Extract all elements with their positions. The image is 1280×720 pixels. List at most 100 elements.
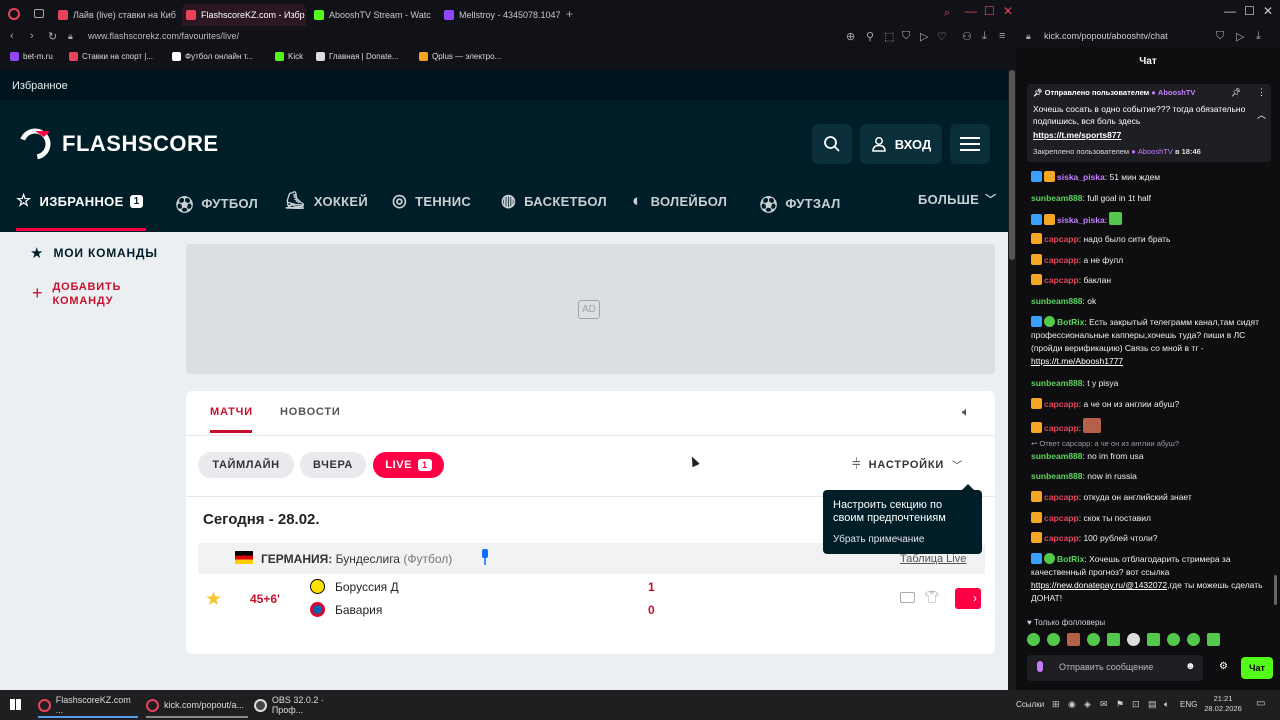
emote-icon[interactable] — [1187, 633, 1200, 646]
snapshot-icon[interactable]: ⬚ — [884, 30, 894, 43]
emote-icon[interactable] — [1127, 633, 1140, 646]
tray-icon[interactable]: ✉ — [1100, 699, 1108, 710]
chat-message[interactable]: BotRix: Есть закрытый телеграмм канал,та… — [1031, 316, 1269, 368]
emoji-icon[interactable]: ☻ — [1185, 661, 1196, 672]
nav-basketball[interactable]: ◍ БАСКЕТБОЛ — [501, 191, 607, 211]
chat-message[interactable]: сарсарр: надо было сити брать — [1031, 233, 1269, 246]
notification-icon[interactable]: ▭ — [1256, 698, 1265, 709]
chat-link[interactable]: https://t.me/Aboosh1777 — [1031, 356, 1123, 366]
tray-icon[interactable]: ◉ — [1068, 699, 1076, 710]
chat-message[interactable]: siska_piska: 51 мин ждем — [1031, 171, 1269, 184]
popout-maximize-button[interactable]: ☐ — [1244, 4, 1255, 18]
zoom-icon[interactable]: ⊕ — [846, 30, 855, 43]
mute-icon[interactable]: 🔈︎ — [962, 404, 970, 420]
chat-message[interactable]: sunbeam888: no im from usa — [1031, 450, 1269, 463]
tab-overview-icon[interactable] — [34, 9, 44, 18]
chat-message[interactable]: сарсарр: откуда он английский знает — [1031, 491, 1269, 504]
unpin-icon[interactable]: 📌︎ — [1231, 88, 1241, 97]
tab-flashscore[interactable]: FlashscoreKZ.com - Избр — [182, 4, 306, 26]
tv-icon[interactable] — [900, 592, 915, 603]
maximize-button[interactable]: ☐ — [984, 4, 995, 18]
bookmark-item[interactable]: Kick — [275, 52, 303, 61]
emote-icon[interactable] — [1107, 633, 1120, 646]
nav-football[interactable]: ⚽︎ ФУТБОЛ — [176, 191, 258, 216]
bookmark-item[interactable]: Qplus — электро... — [419, 52, 501, 61]
chat-message[interactable]: сарсарр: 100 рублей чтоли? — [1031, 532, 1269, 545]
tray-icon[interactable]: ⊞ — [1052, 699, 1060, 710]
language-indicator[interactable]: ENG — [1180, 700, 1197, 709]
chat-message[interactable]: сарсарр: — [1031, 418, 1269, 435]
scrollbar-thumb[interactable] — [1009, 70, 1015, 260]
tab-matches[interactable]: МАТЧИ — [210, 406, 253, 418]
more-options-icon[interactable]: ⋮ — [1257, 87, 1266, 98]
menu-icon[interactable]: ≡ — [999, 30, 1005, 42]
pinned-message[interactable]: 📌︎ Отправлено пользователем ● AbooshTV 📌… — [1027, 84, 1271, 162]
clock[interactable]: 21:21 28.02.2026 — [1200, 694, 1246, 714]
tray-icon[interactable]: ⚑ — [1116, 699, 1124, 710]
chat-message[interactable]: сарсарр: а не фулл — [1031, 254, 1269, 267]
wallet-icon[interactable]: ⚇ — [962, 30, 972, 43]
volume-icon[interactable]: 🔈︎ — [1164, 699, 1169, 710]
tray-icon[interactable]: ◈ — [1084, 699, 1091, 710]
flashscore-logo[interactable]: FLASHSCORE — [18, 127, 219, 161]
emote-icon[interactable] — [1047, 633, 1060, 646]
chat-settings-icon[interactable]: ⚙︎ — [1219, 661, 1228, 672]
tab-kick-stream[interactable]: AbooshTV Stream - Watc — [310, 4, 436, 26]
emote-icon[interactable] — [1147, 633, 1160, 646]
chat-input[interactable]: Отправить сообщение ☻ — [1027, 655, 1203, 681]
back-icon[interactable]: ‹ — [10, 30, 14, 42]
bookmark-item[interactable]: Главная | Donate... — [316, 52, 398, 61]
bookmark-item[interactable]: Ставки на спорт |... — [69, 52, 153, 61]
windows-start-icon[interactable] — [10, 699, 21, 710]
popout-minimize-button[interactable]: — — [1224, 4, 1236, 18]
reload-icon[interactable]: ↻ — [48, 30, 57, 43]
chat-message[interactable]: BotRix: Хочешь отблагодарить стримера за… — [1031, 553, 1269, 605]
chat-message[interactable]: sunbeam888: ok — [1031, 295, 1269, 308]
shield-icon[interactable]: ⛉ — [1216, 30, 1224, 43]
bookmark-item[interactable]: bet-m.ru — [10, 52, 53, 61]
add-team-button[interactable]: + ДОБАВИТЬ КОМАНДУ — [32, 280, 121, 308]
settings-button[interactable]: ⫩ НАСТРОЙКИ ﹀ — [852, 456, 962, 473]
search-button[interactable] — [812, 124, 852, 164]
chat-send-button[interactable]: Чат — [1241, 657, 1273, 679]
chat-message[interactable]: sunbeam888: t y pisya — [1031, 377, 1269, 390]
sidebar-my-teams[interactable]: ★ МОИ КОМАНДЫ — [30, 244, 158, 262]
chat-link[interactable]: https://new.donatepay.ru/@1432072 — [1031, 580, 1167, 590]
table-live-link[interactable]: Таблица Live — [900, 553, 966, 565]
new-tab-button[interactable]: + — [566, 7, 573, 21]
search-tabs-icon[interactable]: ⌕ — [944, 7, 950, 20]
shield-icon[interactable]: ⛉ — [902, 30, 910, 43]
dismiss-tooltip-link[interactable]: Убрать примечание — [833, 534, 924, 545]
play-icon[interactable]: ▷ — [1236, 30, 1244, 43]
chat-message[interactable]: sunbeam888: full goal in 1t half — [1031, 192, 1269, 205]
lineup-shirt-icon[interactable]: 👕︎ — [924, 590, 939, 604]
network-icon[interactable]: ▤ — [1148, 699, 1157, 710]
collapse-icon[interactable]: ︿ — [1257, 108, 1266, 121]
pin-icon[interactable]: ⚲ — [866, 30, 874, 43]
chat-scrollbar-thumb[interactable] — [1274, 575, 1277, 605]
chat-message[interactable]: sunbeam888: now in russia — [1031, 470, 1269, 483]
close-button[interactable]: ✕ — [1003, 4, 1013, 18]
chat-message[interactable]: siska_piska: — [1031, 212, 1269, 227]
pinned-link[interactable]: https://t.me/sports877 — [1033, 130, 1121, 140]
popout-close-button[interactable]: ✕ — [1263, 4, 1273, 18]
league-name[interactable]: ГЕРМАНИЯ: Бундеслига (Футбол) — [261, 552, 452, 566]
emote-icon[interactable] — [1027, 633, 1040, 646]
tab-news[interactable]: НОВОСТИ — [280, 406, 341, 418]
chat-message[interactable]: сарсарр: а че он из англии абуш? — [1031, 398, 1269, 411]
nav-hockey[interactable]: ⛸︎ ХОККЕЙ — [284, 191, 368, 211]
bookmark-item[interactable]: Футбол онлайн т... — [172, 52, 253, 61]
nav-more[interactable]: БОЛЬШЕ ﹀ — [918, 191, 996, 207]
match-detail-button[interactable]: › — [955, 588, 981, 609]
pin-league-icon[interactable] — [480, 549, 490, 565]
nav-tennis[interactable]: ◎ ТЕННИС — [392, 191, 471, 211]
popout-url-field[interactable]: kick.com/popout/abooshtv/chat — [1044, 31, 1168, 41]
url-field[interactable]: www.flashscorekz.com/favourites/live/ — [88, 31, 239, 41]
minimize-button[interactable]: — — [965, 4, 977, 18]
filter-timeline[interactable]: ТАЙМЛАЙН — [198, 452, 294, 478]
emote-icon[interactable] — [1067, 633, 1080, 646]
filter-live[interactable]: LIVE 1 — [373, 452, 444, 478]
filter-yesterday[interactable]: ВЧЕРА — [300, 452, 366, 478]
tray-icon[interactable]: ⊡ — [1132, 699, 1140, 710]
tab-mellstroy[interactable]: Mellstroy - 4345078.1047 — [440, 4, 562, 26]
